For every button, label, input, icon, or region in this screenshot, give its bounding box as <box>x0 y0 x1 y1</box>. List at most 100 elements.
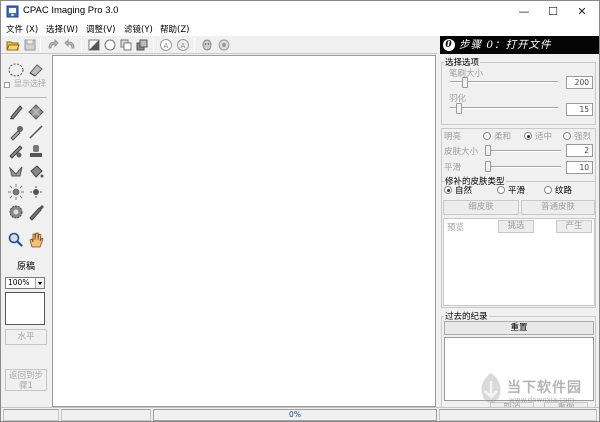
smudge-icon <box>9 166 23 177</box>
line-tool[interactable] <box>27 123 45 141</box>
skin-type-natural-radio[interactable] <box>444 186 452 194</box>
svg-text:A: A <box>181 42 186 50</box>
skin-size-track[interactable] <box>485 150 561 152</box>
eyedropper-tool[interactable] <box>7 123 25 141</box>
skin-type-texture-label: 纹路 <box>555 186 573 196</box>
bandage-icon <box>9 145 23 159</box>
smooth-track[interactable] <box>485 166 561 168</box>
circle-a-filled-icon[interactable]: A <box>176 38 190 52</box>
show-selection-checkbox[interactable] <box>4 82 10 88</box>
eraser-tool[interactable] <box>27 61 45 79</box>
face-icon[interactable] <box>200 38 214 52</box>
status-cell <box>439 409 597 421</box>
toolbar-separator <box>153 38 154 52</box>
tool-palette: 显示选择 原稿 100% 水平 返回到步骤1 <box>1 55 51 407</box>
open-folder-icon[interactable] <box>6 38 20 52</box>
circle-icon[interactable] <box>103 38 117 52</box>
maximize-button[interactable]: ☐ <box>538 1 568 22</box>
darken-tool[interactable] <box>27 183 45 201</box>
menu-select[interactable]: 选择(W) <box>46 23 78 35</box>
show-selection-label: 显示选择 <box>14 79 46 88</box>
hand-tool[interactable] <box>27 231 45 249</box>
original-label: 原稿 <box>16 262 35 272</box>
brightness-medium-radio[interactable] <box>524 132 532 140</box>
menu-filter[interactable]: 滤镜(Y) <box>124 23 153 35</box>
status-cell <box>3 409 59 421</box>
skin-type-smooth-label: 平滑 <box>508 186 526 196</box>
fine-skin-button[interactable]: 细皮肤 <box>443 200 519 215</box>
pick-button[interactable]: 挑选 <box>498 220 534 233</box>
lighten-tool[interactable] <box>7 183 25 201</box>
pattern-tool[interactable] <box>27 103 45 121</box>
lasso-icon <box>8 63 24 77</box>
image-square-icon[interactable] <box>87 38 101 52</box>
generate-button[interactable]: 产生 <box>556 220 592 233</box>
reset-button[interactable]: 重置 <box>444 321 594 335</box>
skin-type-texture-radio[interactable] <box>544 186 552 194</box>
normal-skin-button[interactable]: 普通皮肤 <box>521 200 595 215</box>
pattern-icon <box>28 104 44 120</box>
feather-slider[interactable] <box>456 103 462 114</box>
lasso-select-tool[interactable] <box>7 61 25 79</box>
layers-icon[interactable] <box>135 38 149 52</box>
menu-help[interactable]: 帮助(Z) <box>160 23 189 35</box>
skin-type-title: 修补的皮肤类型 <box>444 175 506 187</box>
pen-icon <box>29 205 44 221</box>
redo-icon[interactable] <box>46 38 60 52</box>
brush-tool[interactable] <box>7 103 25 121</box>
progress-bar: 0% <box>153 409 437 421</box>
chevron-down-icon[interactable] <box>35 278 44 288</box>
title-bar: CPAC Imaging Pro 3.0 — ☐ ✕ <box>1 1 599 22</box>
status-bar: 0% <box>1 407 599 421</box>
copy-icon[interactable] <box>119 38 133 52</box>
smooth-slider[interactable] <box>485 161 491 172</box>
image-canvas[interactable] <box>52 55 436 407</box>
brush-size-value[interactable]: 200 <box>566 76 593 89</box>
gear-icon <box>9 205 23 219</box>
feather-track[interactable] <box>450 107 558 109</box>
history-list[interactable] <box>444 337 594 401</box>
original-thumbnail <box>5 292 45 325</box>
zoom-tool[interactable] <box>7 231 25 249</box>
app-window: CPAC Imaging Pro 3.0 — ☐ ✕ 文件 (X) 选择(W) … <box>0 0 600 422</box>
sun-small-icon <box>30 186 42 198</box>
eraser-icon <box>29 64 43 77</box>
toolbar: A A <box>1 36 437 54</box>
circle-a-icon[interactable]: A <box>159 38 173 52</box>
save-icon[interactable] <box>23 38 37 52</box>
skin-size-value[interactable]: 2 <box>566 144 593 157</box>
svg-text:A: A <box>164 42 169 50</box>
close-button[interactable]: ✕ <box>567 1 597 22</box>
smooth-value[interactable]: 10 <box>566 161 593 174</box>
sun-icon <box>8 184 24 200</box>
progress-text: 0% <box>289 410 301 419</box>
window-title: CPAC Imaging Pro 3.0 <box>23 5 119 16</box>
skin-size-slider[interactable] <box>485 145 491 156</box>
app-icon <box>6 5 19 18</box>
menu-file[interactable]: 文件 (X) <box>6 23 38 35</box>
target-icon[interactable] <box>217 38 231 52</box>
bucket-tool[interactable] <box>27 163 45 181</box>
brightness-soft-radio[interactable] <box>483 132 491 140</box>
level-button[interactable]: 水平 <box>5 329 47 345</box>
preview-label: 预览 <box>447 223 465 233</box>
minimize-button[interactable]: — <box>509 1 539 22</box>
pen-tool[interactable] <box>27 203 45 221</box>
back-to-step1-button[interactable]: 返回到步骤1 <box>5 369 47 391</box>
zoom-select[interactable]: 100% <box>5 277 45 289</box>
right-panel: 选择选项 笔刷大小 200 羽化 15 明亮 柔和 适中 强烈 皮肤大小 2 平… <box>438 55 599 417</box>
stamp-icon <box>30 145 42 157</box>
zoom-value: 100% <box>8 278 30 287</box>
menu-adjust[interactable]: 调整(V) <box>86 23 115 35</box>
brightness-strong-radio[interactable] <box>563 132 571 140</box>
feather-value[interactable]: 15 <box>566 103 593 116</box>
undo-icon[interactable] <box>63 38 77 52</box>
skin-type-smooth-radio[interactable] <box>497 186 505 194</box>
smudge-tool[interactable] <box>7 163 25 181</box>
brightness-medium-label: 适中 <box>535 132 553 142</box>
stamp-tool[interactable] <box>27 143 45 161</box>
brush-size-slider[interactable] <box>462 77 468 88</box>
gear-tool[interactable] <box>7 203 25 221</box>
toolbar-separator <box>40 38 41 52</box>
spot-heal-tool[interactable] <box>7 143 25 161</box>
